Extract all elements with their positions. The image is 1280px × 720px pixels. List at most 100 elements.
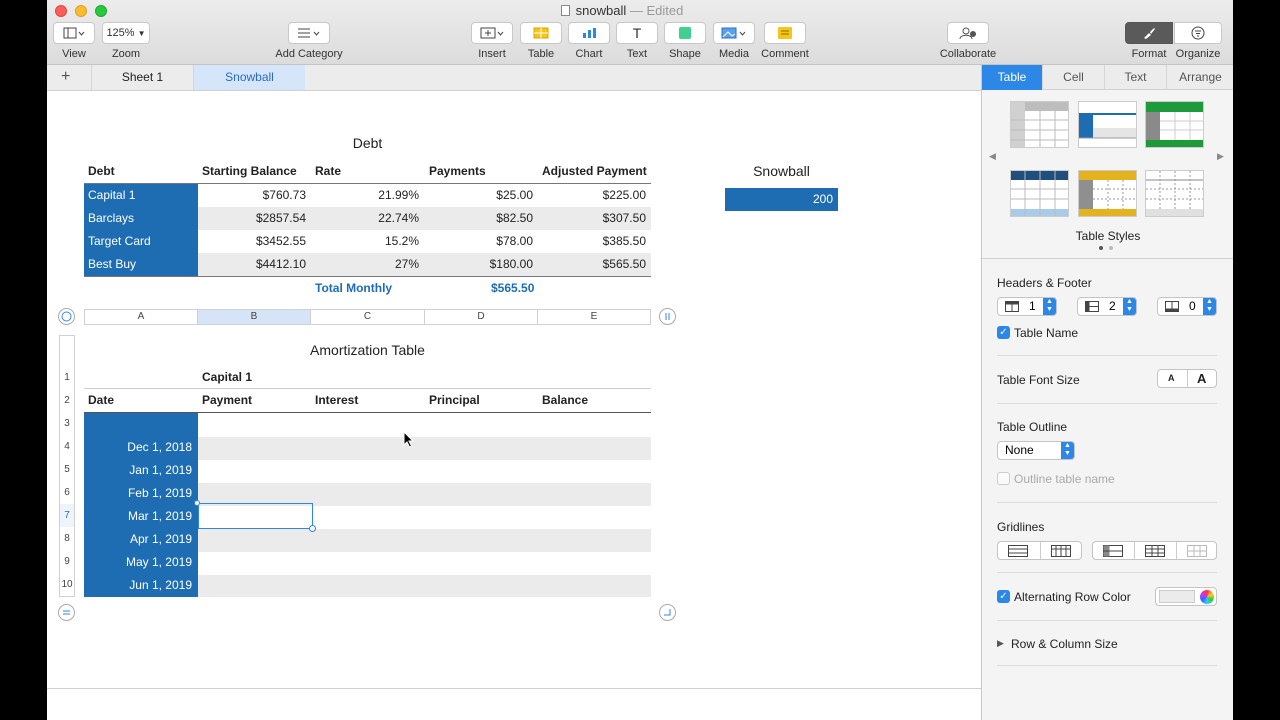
column-header-c[interactable]: C	[310, 309, 425, 325]
selection-handle[interactable]	[194, 500, 200, 506]
row-color-well[interactable]	[1155, 587, 1217, 606]
table-cell[interactable]: 22.74%	[311, 207, 419, 230]
outline-table-name-checkbox[interactable]	[997, 472, 1010, 485]
view-menu[interactable]: View	[53, 22, 95, 60]
stepper-arrows-icon[interactable]: ▲ ▼	[1203, 298, 1216, 315]
color-wheel-icon[interactable]	[1200, 590, 1214, 604]
table-cell[interactable]: $25.00	[425, 184, 533, 207]
gridlines-group-1[interactable]	[997, 541, 1082, 560]
tab-sheet-1[interactable]: Sheet 1	[91, 65, 194, 90]
collaborate-menu[interactable]: Collaborate	[937, 22, 999, 60]
table-cell[interactable]: 27%	[311, 253, 419, 276]
table-style-yellow[interactable]	[1078, 170, 1137, 217]
table-style-gray[interactable]	[1010, 101, 1069, 148]
text-menu[interactable]: T Text	[616, 22, 658, 60]
row-number[interactable]: 2	[59, 389, 75, 412]
footer-rows-stepper[interactable]: 0 ▲ ▼	[1157, 297, 1217, 316]
paintbrush-icon[interactable]	[1125, 22, 1173, 44]
zoom-menu[interactable]: 125% ▼ Zoom	[101, 22, 151, 60]
header-columns-stepper[interactable]: 2 ▲ ▼	[1077, 297, 1137, 316]
shape-menu[interactable]: Shape	[664, 22, 706, 60]
table-cell[interactable]: $307.50	[538, 207, 646, 230]
table-cell[interactable]: 21.99%	[311, 184, 419, 207]
tab-arrange[interactable]: Arrange	[1167, 65, 1233, 90]
page-dot-active[interactable]	[1099, 246, 1103, 250]
format-button[interactable]: Format	[1124, 22, 1174, 60]
select-arrows-icon[interactable]: ▲ ▼	[1061, 442, 1074, 459]
column-header-e[interactable]: E	[537, 309, 651, 325]
decrease-font-button[interactable]: A	[1168, 373, 1175, 383]
date-cell[interactable]: May 1, 2019	[84, 551, 192, 574]
text-icon[interactable]: T	[616, 22, 658, 44]
organize-icon[interactable]	[1174, 22, 1222, 44]
vertical-lines-body-icon[interactable]	[1051, 545, 1071, 557]
date-cell[interactable]: Jun 1, 2019	[84, 574, 192, 597]
column-header-b[interactable]: B	[197, 309, 311, 325]
table-row-label[interactable]: Best Buy	[84, 253, 198, 276]
column-resize-handle[interactable]	[659, 308, 676, 325]
table-row-label[interactable]: Barclays	[84, 207, 198, 230]
shape-icon[interactable]	[664, 22, 706, 44]
list-icon[interactable]	[288, 22, 330, 44]
date-cell[interactable]: Mar 1, 2019	[84, 505, 192, 528]
chevron-right-icon[interactable]: ▶	[1217, 151, 1224, 162]
amort-header-interest[interactable]: Interest	[315, 389, 358, 412]
header-row-lines-icon[interactable]	[1103, 545, 1123, 557]
table-style-green[interactable]	[1145, 101, 1204, 148]
add-category-menu[interactable]: Add Category	[269, 22, 349, 60]
organize-button[interactable]: Organize	[1173, 22, 1223, 60]
table-cell[interactable]: $385.50	[538, 230, 646, 253]
row-number[interactable]: 8	[59, 527, 75, 550]
zoom-select[interactable]: 125% ▼	[102, 22, 150, 44]
amort-header-payment[interactable]: Payment	[202, 389, 252, 412]
table-style-plain[interactable]	[1145, 170, 1204, 217]
tab-text[interactable]: Text	[1105, 65, 1167, 90]
row-number[interactable]: 6	[59, 481, 75, 504]
table-menu[interactable]: Table	[520, 22, 562, 60]
snowball-value-cell[interactable]: 200	[725, 188, 838, 211]
insert-icon[interactable]	[471, 22, 513, 44]
media-menu[interactable]: Media	[712, 22, 756, 60]
header-rows-stepper[interactable]: 1 ▲ ▼	[997, 297, 1057, 316]
table-cell[interactable]: $225.00	[538, 184, 646, 207]
date-cell[interactable]: Feb 1, 2019	[84, 482, 192, 505]
horizontal-lines-body-icon[interactable]	[1008, 545, 1028, 557]
table-cell[interactable]: $2857.54	[198, 207, 306, 230]
row-number[interactable]: 10	[59, 573, 75, 597]
date-cell[interactable]: Dec 1, 2018	[84, 436, 192, 459]
row-number-selected[interactable]: 7	[59, 504, 75, 527]
amort-header-balance[interactable]: Balance	[542, 389, 588, 412]
row-number[interactable]: 9	[59, 550, 75, 573]
tab-cell[interactable]: Cell	[1043, 65, 1105, 90]
table-row-label[interactable]: Capital 1	[84, 184, 198, 207]
font-size-segment[interactable]: A A	[1157, 369, 1217, 388]
row-column-size-label[interactable]: Row & Column Size	[1011, 637, 1118, 651]
page-dot[interactable]	[1109, 246, 1113, 250]
row-number[interactable]: 1	[59, 366, 75, 389]
table-icon[interactable]	[520, 22, 562, 44]
gridlines-group-2[interactable]	[1092, 541, 1217, 560]
table-style-blue-accent[interactable]	[1078, 101, 1137, 148]
table-cell[interactable]: $4412.10	[198, 253, 306, 276]
chart-icon[interactable]	[568, 22, 610, 44]
add-row-handle[interactable]	[58, 604, 75, 621]
horizontal-scroll-area[interactable]	[47, 688, 981, 720]
chart-menu[interactable]: Chart	[568, 22, 610, 60]
alternating-row-color-checkbox[interactable]: ✓	[997, 590, 1010, 603]
collaborate-icon[interactable]	[947, 22, 989, 44]
table-select-handle[interactable]	[58, 308, 75, 325]
comment-menu[interactable]: Comment	[761, 22, 809, 60]
column-header-a[interactable]: A	[84, 309, 198, 325]
tab-table[interactable]: Table	[982, 65, 1043, 90]
row-number[interactable]: 5	[59, 458, 75, 481]
row-number[interactable]: 3	[59, 412, 75, 435]
resize-table-handle[interactable]	[659, 604, 676, 621]
outline-style-select[interactable]: None ▲ ▼	[997, 441, 1075, 460]
row-color-swatch[interactable]	[1159, 590, 1195, 603]
amort-header-principal[interactable]: Principal	[429, 389, 480, 412]
tab-snowball[interactable]: Snowball	[194, 65, 305, 90]
date-cell[interactable]: Apr 1, 2019	[84, 528, 192, 551]
add-sheet-icon[interactable]: +	[61, 68, 70, 86]
header-column-lines-icon[interactable]	[1145, 545, 1165, 557]
table-cell[interactable]: $3452.55	[198, 230, 306, 253]
